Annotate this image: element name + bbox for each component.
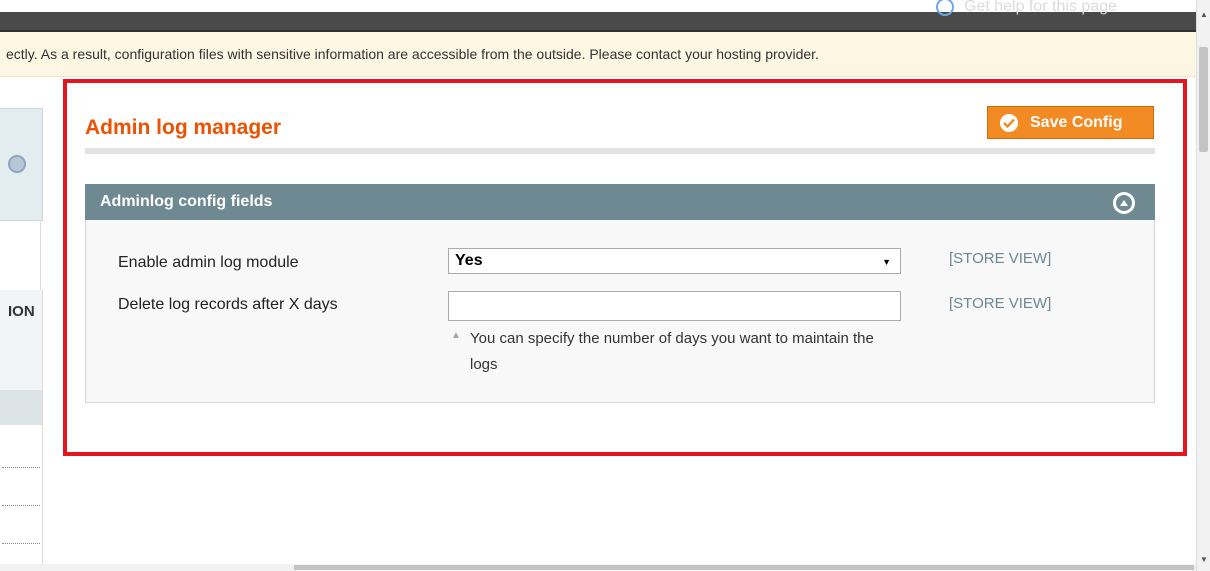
save-config-label: Save Config <box>1030 113 1123 131</box>
delete-days-input[interactable] <box>448 291 901 321</box>
check-circle-icon <box>1000 113 1018 132</box>
section-header[interactable]: Adminlog config fields <box>85 184 1155 220</box>
sidebar-column-label: ION <box>8 302 35 320</box>
scrollbar-thumb[interactable] <box>294 565 1194 570</box>
help-circle-icon <box>936 0 954 16</box>
help-icon[interactable] <box>8 155 26 173</box>
enable-module-value: Yes <box>455 252 483 269</box>
section-title: Adminlog config fields <box>100 193 273 210</box>
save-config-button[interactable]: Save Config <box>987 106 1154 139</box>
enable-module-select[interactable]: Yes ▼ <box>448 248 901 274</box>
notice-message: ectly. As a result, configuration files … <box>6 46 819 62</box>
scroll-down-icon[interactable]: ▼ <box>1200 555 1208 564</box>
help-link-label: Get help for this page <box>964 0 1117 15</box>
sidebar-row <box>0 390 43 425</box>
dropdown-arrow-icon: ▼ <box>882 257 891 267</box>
sidebar-row <box>0 425 43 571</box>
delete-days-hint: You can specify the number of days you w… <box>470 330 874 373</box>
sidebar-column-header: ION <box>0 290 43 332</box>
dotted-divider <box>2 467 40 468</box>
sidebar-tab[interactable] <box>0 222 41 290</box>
collapse-up-icon[interactable] <box>1113 192 1135 214</box>
title-divider <box>85 148 1155 154</box>
scrollbar-thumb[interactable] <box>1199 47 1208 152</box>
page-title: Admin log manager <box>85 116 282 139</box>
system-notice: ectly. As a result, configuration files … <box>0 32 1196 77</box>
horizontal-scrollbar[interactable] <box>0 564 1196 571</box>
scroll-up-icon[interactable]: ▲ <box>1200 10 1208 19</box>
vertical-scrollbar[interactable]: ▲ ▼ <box>1196 0 1210 571</box>
dotted-divider <box>2 543 40 544</box>
scope-label: [STORE VIEW] <box>949 250 1052 267</box>
help-link[interactable]: Get help for this page <box>936 0 1117 22</box>
delete-days-label: Delete log records after X days <box>118 296 338 313</box>
enable-module-label: Enable admin log module <box>118 254 299 271</box>
sidebar-row <box>0 332 43 390</box>
hint-triangle-icon: ▲ <box>451 330 461 341</box>
top-admin-bar: Get help for this page <box>0 0 1196 32</box>
scope-label: [STORE VIEW] <box>949 295 1052 312</box>
dotted-divider <box>2 505 40 506</box>
